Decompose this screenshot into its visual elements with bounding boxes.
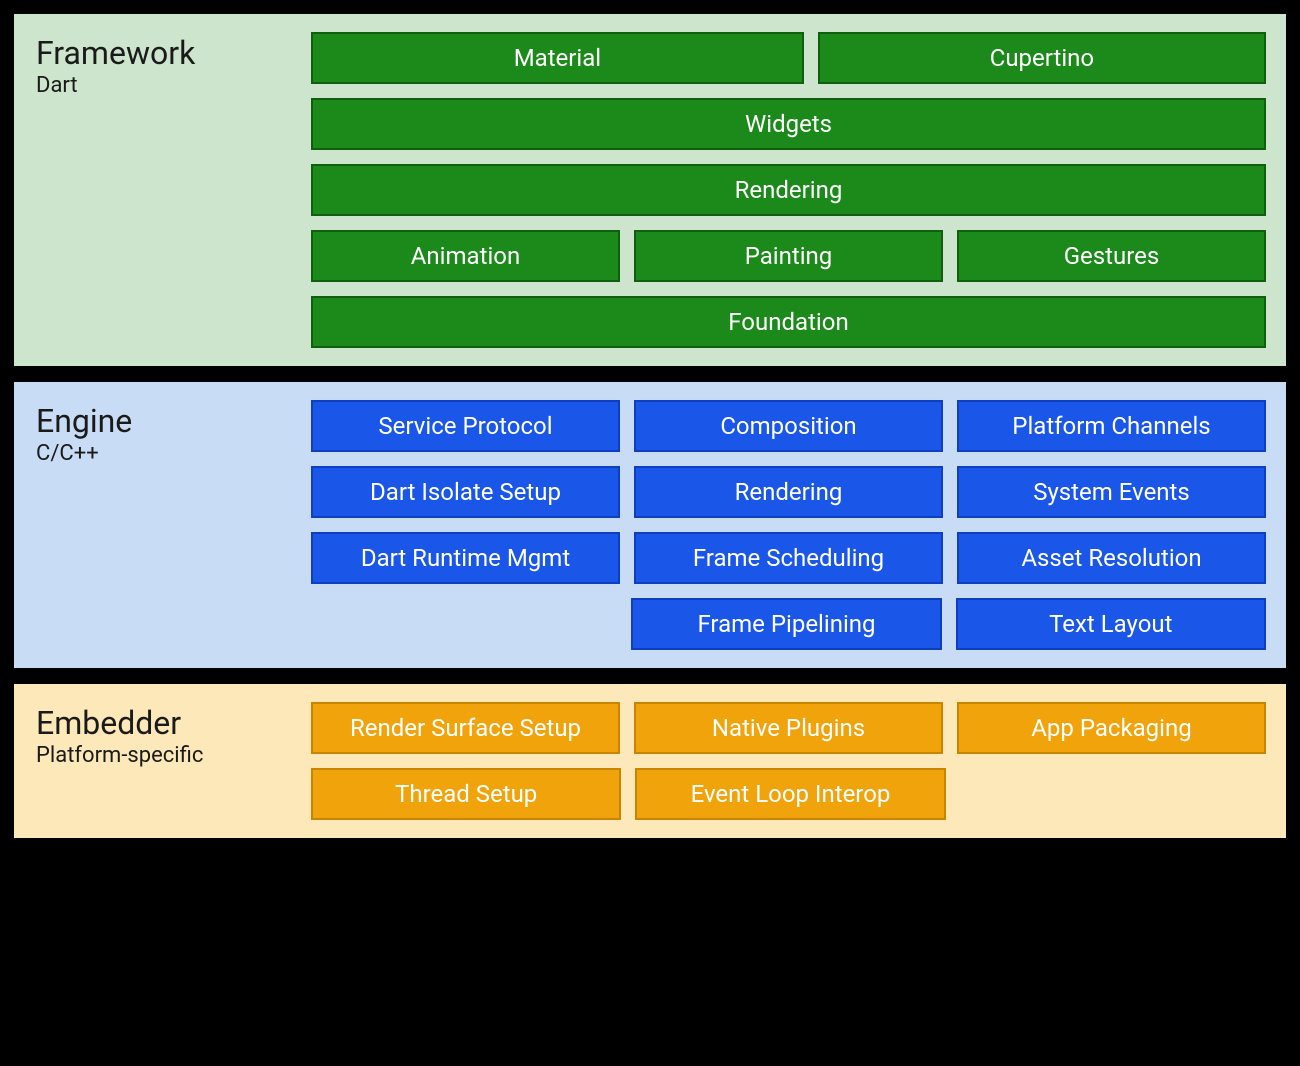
embedder-row-0: Render Surface Setup Native Plugins App …	[311, 702, 1266, 754]
box-widgets: Widgets	[311, 98, 1266, 150]
framework-row-1: Widgets	[311, 98, 1266, 150]
framework-row-4: Foundation	[311, 296, 1266, 348]
box-cupertino: Cupertino	[818, 32, 1266, 84]
framework-row-2: Rendering	[311, 164, 1266, 216]
engine-row-1: Dart Isolate Setup Rendering System Even…	[311, 466, 1266, 518]
box-composition: Composition	[634, 400, 943, 452]
box-animation: Animation	[311, 230, 620, 282]
box-service-protocol: Service Protocol	[311, 400, 620, 452]
layer-embedder-subtitle: Platform-specific	[36, 743, 291, 768]
layer-framework-title: Framework	[36, 36, 291, 71]
engine-row-0: Service Protocol Composition Platform Ch…	[311, 400, 1266, 452]
box-frame-pipelining: Frame Pipelining	[631, 598, 941, 650]
layer-engine-title: Engine	[36, 404, 291, 439]
layer-embedder-title: Embedder	[36, 706, 291, 741]
box-rendering: Rendering	[311, 164, 1266, 216]
box-event-loop-interop: Event Loop Interop	[635, 768, 945, 820]
framework-row-0: Material Cupertino	[311, 32, 1266, 84]
layer-framework-subtitle: Dart	[36, 73, 291, 98]
box-gestures: Gestures	[957, 230, 1266, 282]
layer-framework: Framework Dart Material Cupertino Widget…	[12, 12, 1288, 368]
box-dart-runtime-mgmt: Dart Runtime Mgmt	[311, 532, 620, 584]
box-engine-rendering: Rendering	[634, 466, 943, 518]
embedder-row-1: Thread Setup Event Loop Interop	[311, 768, 1266, 820]
box-painting: Painting	[634, 230, 943, 282]
box-platform-channels: Platform Channels	[957, 400, 1266, 452]
layer-engine: Engine C/C++ Service Protocol Compositio…	[12, 380, 1288, 670]
box-native-plugins: Native Plugins	[634, 702, 943, 754]
layer-framework-header: Framework Dart	[36, 32, 291, 348]
box-text-layout: Text Layout	[956, 598, 1266, 650]
box-material: Material	[311, 32, 804, 84]
layer-framework-body: Material Cupertino Widgets Rendering Ani…	[311, 32, 1266, 348]
layer-embedder-body: Render Surface Setup Native Plugins App …	[311, 702, 1266, 820]
box-system-events: System Events	[957, 466, 1266, 518]
engine-row-3: Frame Pipelining Text Layout	[311, 598, 1266, 650]
engine-row-2: Dart Runtime Mgmt Frame Scheduling Asset…	[311, 532, 1266, 584]
layer-embedder-header: Embedder Platform-specific	[36, 702, 291, 820]
layer-embedder: Embedder Platform-specific Render Surfac…	[12, 682, 1288, 840]
layer-engine-header: Engine C/C++	[36, 400, 291, 650]
layer-engine-subtitle: C/C++	[36, 441, 291, 466]
box-foundation: Foundation	[311, 296, 1266, 348]
box-render-surface-setup: Render Surface Setup	[311, 702, 620, 754]
box-thread-setup: Thread Setup	[311, 768, 621, 820]
framework-row-3: Animation Painting Gestures	[311, 230, 1266, 282]
box-frame-scheduling: Frame Scheduling	[634, 532, 943, 584]
box-app-packaging: App Packaging	[957, 702, 1266, 754]
layer-engine-body: Service Protocol Composition Platform Ch…	[311, 400, 1266, 650]
box-dart-isolate-setup: Dart Isolate Setup	[311, 466, 620, 518]
box-asset-resolution: Asset Resolution	[957, 532, 1266, 584]
